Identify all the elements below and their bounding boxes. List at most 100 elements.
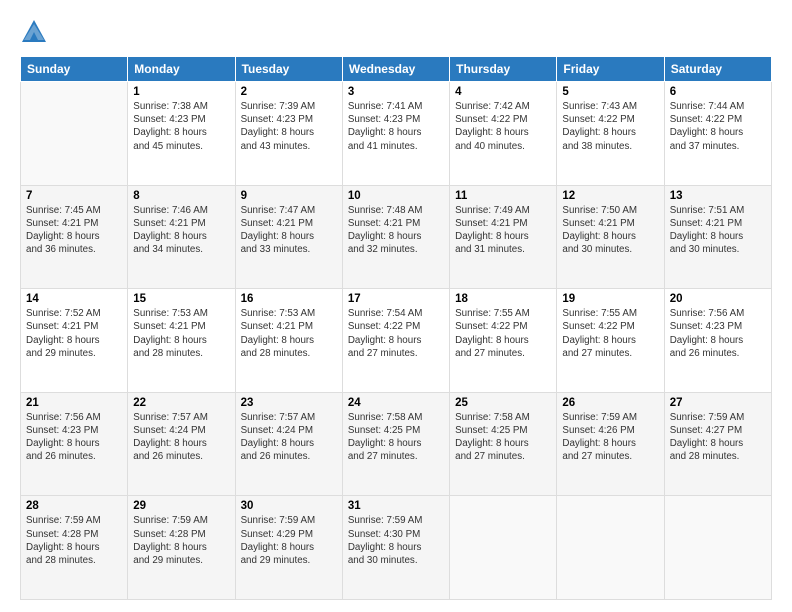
day-number: 4 bbox=[455, 86, 551, 98]
day-number: 10 bbox=[348, 190, 444, 202]
day-info: Sunrise: 7:53 AM Sunset: 4:21 PM Dayligh… bbox=[133, 307, 229, 360]
calendar-cell: 5 Sunrise: 7:43 AM Sunset: 4:22 PM Daylig… bbox=[557, 82, 664, 186]
day-header-friday: Friday bbox=[557, 57, 664, 82]
calendar-cell: 23 Sunrise: 7:57 AM Sunset: 4:24 PM Dayli… bbox=[235, 392, 342, 496]
calendar-cell: 6 Sunrise: 7:44 AM Sunset: 4:22 PM Daylig… bbox=[664, 82, 771, 186]
day-number: 5 bbox=[562, 86, 658, 98]
day-number: 18 bbox=[455, 293, 551, 305]
calendar-cell: 2 Sunrise: 7:39 AM Sunset: 4:23 PM Daylig… bbox=[235, 82, 342, 186]
calendar-cell: 31 Sunrise: 7:59 AM Sunset: 4:30 PM Dayli… bbox=[342, 496, 449, 600]
day-info: Sunrise: 7:50 AM Sunset: 4:21 PM Dayligh… bbox=[562, 204, 658, 257]
day-number: 2 bbox=[241, 86, 337, 98]
calendar-cell: 16 Sunrise: 7:53 AM Sunset: 4:21 PM Dayli… bbox=[235, 289, 342, 393]
day-header-monday: Monday bbox=[128, 57, 235, 82]
calendar-cell: 22 Sunrise: 7:57 AM Sunset: 4:24 PM Dayli… bbox=[128, 392, 235, 496]
day-info: Sunrise: 7:53 AM Sunset: 4:21 PM Dayligh… bbox=[241, 307, 337, 360]
day-info: Sunrise: 7:59 AM Sunset: 4:28 PM Dayligh… bbox=[26, 514, 122, 567]
day-number: 25 bbox=[455, 397, 551, 409]
calendar-cell: 17 Sunrise: 7:54 AM Sunset: 4:22 PM Dayli… bbox=[342, 289, 449, 393]
day-info: Sunrise: 7:52 AM Sunset: 4:21 PM Dayligh… bbox=[26, 307, 122, 360]
day-info: Sunrise: 7:49 AM Sunset: 4:21 PM Dayligh… bbox=[455, 204, 551, 257]
calendar-cell: 20 Sunrise: 7:56 AM Sunset: 4:23 PM Dayli… bbox=[664, 289, 771, 393]
day-number: 14 bbox=[26, 293, 122, 305]
day-info: Sunrise: 7:55 AM Sunset: 4:22 PM Dayligh… bbox=[455, 307, 551, 360]
calendar-cell: 26 Sunrise: 7:59 AM Sunset: 4:26 PM Dayli… bbox=[557, 392, 664, 496]
calendar-cell: 27 Sunrise: 7:59 AM Sunset: 4:27 PM Dayli… bbox=[664, 392, 771, 496]
day-number: 7 bbox=[26, 190, 122, 202]
day-number: 30 bbox=[241, 500, 337, 512]
day-number: 13 bbox=[670, 190, 766, 202]
calendar-cell bbox=[557, 496, 664, 600]
day-header-sunday: Sunday bbox=[21, 57, 128, 82]
calendar-cell: 18 Sunrise: 7:55 AM Sunset: 4:22 PM Dayli… bbox=[450, 289, 557, 393]
day-info: Sunrise: 7:39 AM Sunset: 4:23 PM Dayligh… bbox=[241, 100, 337, 153]
day-info: Sunrise: 7:58 AM Sunset: 4:25 PM Dayligh… bbox=[455, 411, 551, 464]
day-info: Sunrise: 7:47 AM Sunset: 4:21 PM Dayligh… bbox=[241, 204, 337, 257]
day-header-thursday: Thursday bbox=[450, 57, 557, 82]
day-number: 6 bbox=[670, 86, 766, 98]
calendar-cell: 19 Sunrise: 7:55 AM Sunset: 4:22 PM Dayli… bbox=[557, 289, 664, 393]
day-header-saturday: Saturday bbox=[664, 57, 771, 82]
calendar-cell: 7 Sunrise: 7:45 AM Sunset: 4:21 PM Daylig… bbox=[21, 185, 128, 289]
day-number: 27 bbox=[670, 397, 766, 409]
calendar-cell: 14 Sunrise: 7:52 AM Sunset: 4:21 PM Dayli… bbox=[21, 289, 128, 393]
day-number: 17 bbox=[348, 293, 444, 305]
calendar-cell bbox=[21, 82, 128, 186]
day-info: Sunrise: 7:54 AM Sunset: 4:22 PM Dayligh… bbox=[348, 307, 444, 360]
calendar-cell: 1Sunrise: 7:38 AM Sunset: 4:23 PM Daylig… bbox=[128, 82, 235, 186]
header bbox=[20, 18, 772, 46]
calendar-cell: 11 Sunrise: 7:49 AM Sunset: 4:21 PM Dayli… bbox=[450, 185, 557, 289]
calendar-cell: 24 Sunrise: 7:58 AM Sunset: 4:25 PM Dayli… bbox=[342, 392, 449, 496]
day-info: Sunrise: 7:55 AM Sunset: 4:22 PM Dayligh… bbox=[562, 307, 658, 360]
day-info: Sunrise: 7:59 AM Sunset: 4:30 PM Dayligh… bbox=[348, 514, 444, 567]
calendar-cell: 10 Sunrise: 7:48 AM Sunset: 4:21 PM Dayli… bbox=[342, 185, 449, 289]
day-info: Sunrise: 7:59 AM Sunset: 4:27 PM Dayligh… bbox=[670, 411, 766, 464]
calendar-cell: 3Sunrise: 7:41 AM Sunset: 4:23 PM Daylig… bbox=[342, 82, 449, 186]
day-info: Sunrise: 7:56 AM Sunset: 4:23 PM Dayligh… bbox=[670, 307, 766, 360]
day-info: Sunrise: 7:44 AM Sunset: 4:22 PM Dayligh… bbox=[670, 100, 766, 153]
day-info: Sunrise: 7:59 AM Sunset: 4:28 PM Dayligh… bbox=[133, 514, 229, 567]
day-number: 31 bbox=[348, 500, 444, 512]
day-info: Sunrise: 7:57 AM Sunset: 4:24 PM Dayligh… bbox=[133, 411, 229, 464]
logo bbox=[20, 18, 51, 46]
calendar-cell: 13 Sunrise: 7:51 AM Sunset: 4:21 PM Dayli… bbox=[664, 185, 771, 289]
day-info: Sunrise: 7:45 AM Sunset: 4:21 PM Dayligh… bbox=[26, 204, 122, 257]
calendar-cell: 4Sunrise: 7:42 AM Sunset: 4:22 PM Daylig… bbox=[450, 82, 557, 186]
day-number: 19 bbox=[562, 293, 658, 305]
day-header-wednesday: Wednesday bbox=[342, 57, 449, 82]
calendar-cell: 29Sunrise: 7:59 AM Sunset: 4:28 PM Dayli… bbox=[128, 496, 235, 600]
day-info: Sunrise: 7:59 AM Sunset: 4:26 PM Dayligh… bbox=[562, 411, 658, 464]
day-info: Sunrise: 7:46 AM Sunset: 4:21 PM Dayligh… bbox=[133, 204, 229, 257]
calendar-cell bbox=[664, 496, 771, 600]
page: SundayMondayTuesdayWednesdayThursdayFrid… bbox=[0, 0, 792, 612]
calendar-cell: 28Sunrise: 7:59 AM Sunset: 4:28 PM Dayli… bbox=[21, 496, 128, 600]
calendar-cell: 30Sunrise: 7:59 AM Sunset: 4:29 PM Dayli… bbox=[235, 496, 342, 600]
day-number: 16 bbox=[241, 293, 337, 305]
day-number: 21 bbox=[26, 397, 122, 409]
calendar-cell bbox=[450, 496, 557, 600]
day-info: Sunrise: 7:48 AM Sunset: 4:21 PM Dayligh… bbox=[348, 204, 444, 257]
day-number: 9 bbox=[241, 190, 337, 202]
calendar-cell: 25 Sunrise: 7:58 AM Sunset: 4:25 PM Dayli… bbox=[450, 392, 557, 496]
calendar-cell: 9 Sunrise: 7:47 AM Sunset: 4:21 PM Daylig… bbox=[235, 185, 342, 289]
day-info: Sunrise: 7:58 AM Sunset: 4:25 PM Dayligh… bbox=[348, 411, 444, 464]
day-header-tuesday: Tuesday bbox=[235, 57, 342, 82]
day-info: Sunrise: 7:57 AM Sunset: 4:24 PM Dayligh… bbox=[241, 411, 337, 464]
day-info: Sunrise: 7:43 AM Sunset: 4:22 PM Dayligh… bbox=[562, 100, 658, 153]
calendar-cell: 21 Sunrise: 7:56 AM Sunset: 4:23 PM Dayli… bbox=[21, 392, 128, 496]
calendar-table: SundayMondayTuesdayWednesdayThursdayFrid… bbox=[20, 56, 772, 600]
day-info: Sunrise: 7:56 AM Sunset: 4:23 PM Dayligh… bbox=[26, 411, 122, 464]
calendar-cell: 12Sunrise: 7:50 AM Sunset: 4:21 PM Dayli… bbox=[557, 185, 664, 289]
day-number: 24 bbox=[348, 397, 444, 409]
logo-icon bbox=[20, 18, 48, 46]
day-number: 26 bbox=[562, 397, 658, 409]
day-number: 3 bbox=[348, 86, 444, 98]
day-info: Sunrise: 7:51 AM Sunset: 4:21 PM Dayligh… bbox=[670, 204, 766, 257]
day-number: 23 bbox=[241, 397, 337, 409]
calendar-cell: 15 Sunrise: 7:53 AM Sunset: 4:21 PM Dayli… bbox=[128, 289, 235, 393]
day-number: 20 bbox=[670, 293, 766, 305]
day-number: 22 bbox=[133, 397, 229, 409]
day-number: 11 bbox=[455, 190, 551, 202]
day-number: 15 bbox=[133, 293, 229, 305]
day-number: 1 bbox=[133, 86, 229, 98]
